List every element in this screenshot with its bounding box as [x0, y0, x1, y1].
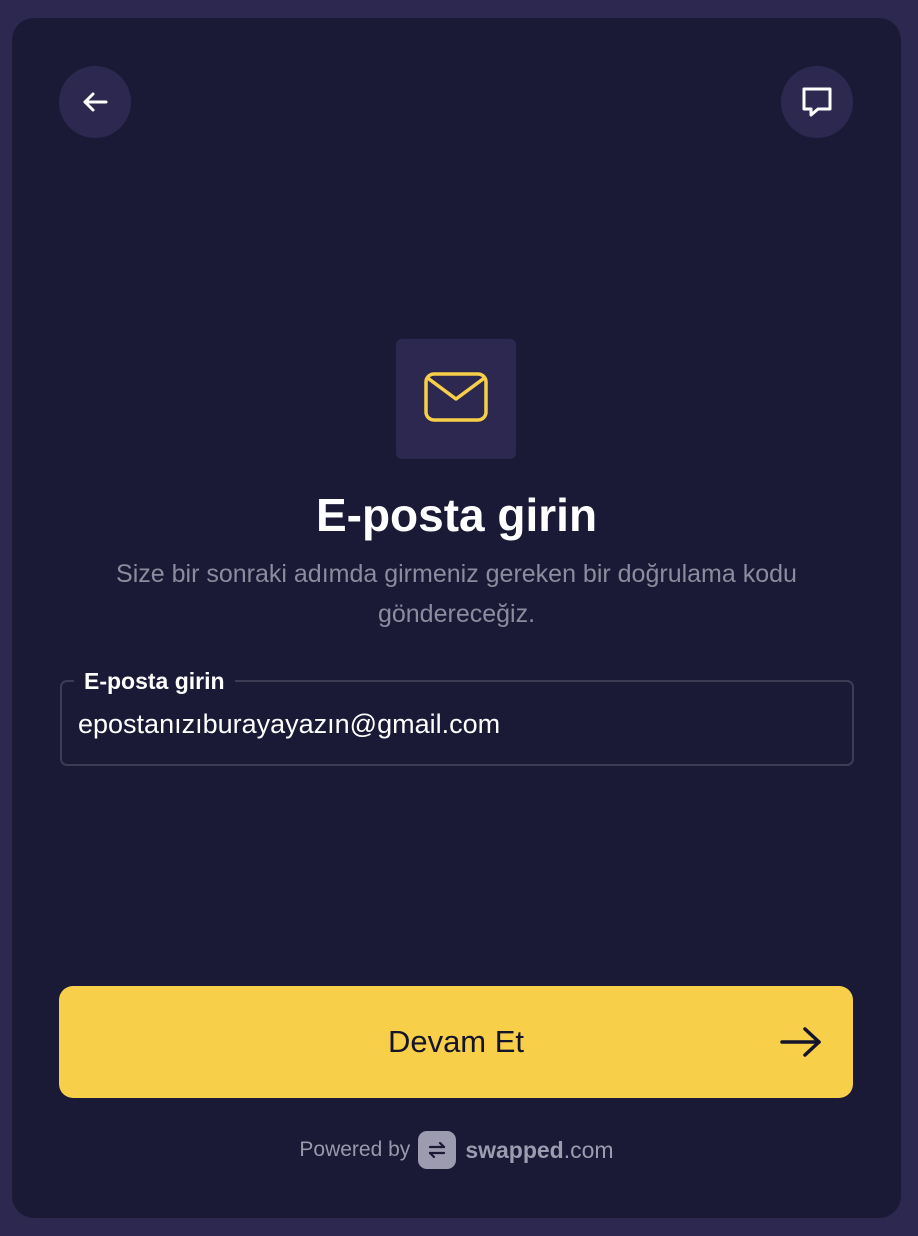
chat-bubble-icon [798, 83, 836, 121]
brand-domain: .com [563, 1136, 614, 1163]
envelope-icon [423, 371, 489, 428]
back-button[interactable] [59, 66, 131, 138]
arrow-right-icon [779, 1024, 823, 1065]
page-subtitle: Size bir sonraki adımda girmeniz gereken… [116, 560, 797, 628]
continue-button-label: Devam Et [387, 1024, 525, 1059]
arrow-left-icon [79, 86, 111, 118]
powered-by-text: Powered by [299, 1138, 411, 1161]
email-field-label: E-posta girin [74, 667, 235, 695]
swap-arrows-icon [418, 1131, 457, 1169]
email-entry-card: E-posta girin Size bir sonraki adımda gi… [12, 18, 901, 1218]
page-title: E-posta girin [315, 489, 598, 541]
email-input[interactable] [78, 704, 838, 744]
continue-button[interactable]: Devam Et [59, 986, 853, 1098]
chat-support-button[interactable] [781, 66, 853, 138]
powered-by-footer: Powered by swapped .com [12, 1130, 901, 1170]
email-field[interactable]: E-posta girin [60, 667, 854, 766]
brand-name: swapped [465, 1136, 564, 1163]
envelope-icon-tile [396, 339, 516, 459]
